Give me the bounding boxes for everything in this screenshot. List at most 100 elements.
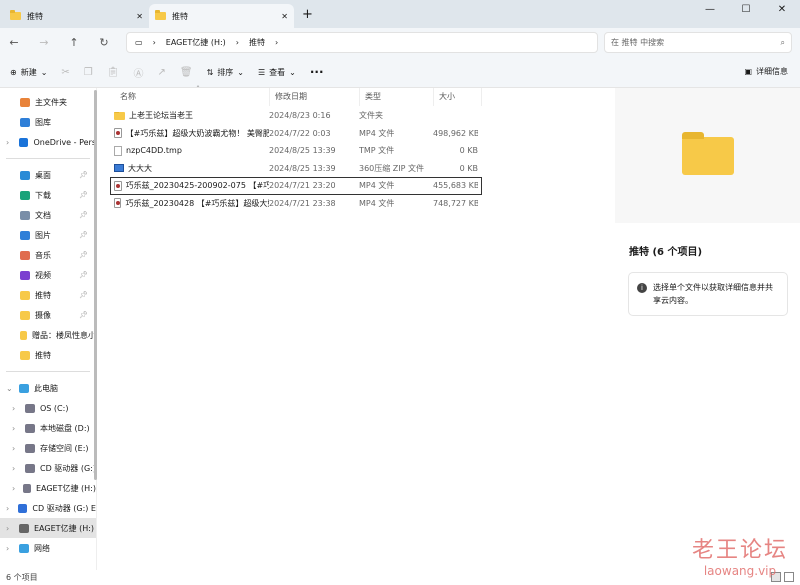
chevron-icon[interactable]: ›	[6, 544, 14, 553]
breadcrumb[interactable]: ▭ › EAGET亿捷 (H:) › 推特 ›	[126, 32, 598, 53]
file-row[interactable]: 巧乐兹_20230428 【#巧乐兹】超级大奶... 2024/7/21 23:3…	[110, 195, 482, 213]
sidebar-scrollbar[interactable]	[94, 90, 97, 480]
info-text: 选择单个文件以获取详细信息并共享云内容。	[653, 283, 773, 305]
sidebar-item[interactable]: › 存储空间 (E:)	[0, 438, 96, 458]
mp4-file-icon	[114, 128, 122, 139]
sidebar-item-label: 图片	[35, 230, 51, 240]
file-row[interactable]: nzpC4DD.tmp 2024/8/25 13:39 TMP 文件 0 KB	[110, 142, 482, 160]
sidebar-item[interactable]: 推特	[0, 345, 96, 365]
sidebar-item[interactable]: › 本地磁盘 (D:)	[0, 418, 96, 438]
column-size[interactable]: 大小	[434, 88, 482, 106]
sidebar-item[interactable]: ⌄ 此电脑	[0, 378, 96, 398]
sidebar-item[interactable]: › 网络	[0, 538, 96, 558]
pin-icon[interactable]: 📌︎	[79, 291, 88, 299]
divider	[6, 158, 90, 159]
sidebar-item[interactable]: 赠品：楼凤性息小	[0, 325, 96, 345]
chevron-icon[interactable]: ›	[12, 424, 20, 433]
maximize-button[interactable]: ☐	[728, 0, 764, 20]
chevron-icon[interactable]: ⌄	[6, 384, 14, 393]
sidebar-item-icon	[20, 190, 30, 200]
file-row[interactable]: 大大大 2024/8/25 13:39 360压缩 ZIP 文件 0 KB	[110, 160, 482, 178]
up-button[interactable]: ↑	[68, 36, 80, 49]
forward-button[interactable]: →	[38, 36, 50, 49]
breadcrumb-item[interactable]: EAGET亿捷 (H:)	[166, 37, 226, 48]
details-button[interactable]: ▣ 详细信息	[744, 66, 788, 77]
view-button[interactable]: ☰ 查看 ⌄	[258, 67, 296, 78]
chevron-icon[interactable]: ›	[12, 404, 20, 413]
pin-icon[interactable]: 📌︎	[79, 311, 88, 319]
paste-icon[interactable]: 📋︎	[107, 67, 120, 78]
back-button[interactable]: ←	[8, 36, 20, 49]
column-date[interactable]: 修改日期	[270, 88, 360, 106]
chevron-icon[interactable]: ›	[12, 444, 20, 453]
refresh-button[interactable]: ↻	[98, 36, 110, 49]
file-row[interactable]: 巧乐兹_20230425-200902-075 【#巧... 2024/7/21 …	[110, 177, 482, 195]
close-tab-icon[interactable]: ✕	[136, 12, 143, 21]
sort-button[interactable]: ⇅ 排序 ⌄	[207, 67, 244, 78]
sidebar-item[interactable]: 推特 📌︎	[0, 285, 96, 305]
sidebar-item-icon	[18, 137, 29, 147]
rename-icon[interactable]: Ⓐ	[133, 65, 143, 80]
tab-1[interactable]: 推特 ✕	[4, 4, 149, 28]
pin-icon[interactable]: 📌︎	[79, 211, 88, 219]
delete-icon[interactable]: 🗑︎	[180, 67, 193, 78]
column-name[interactable]: 名称	[103, 88, 270, 106]
sidebar-item[interactable]: › OS (C:)	[0, 398, 96, 418]
chevron-icon[interactable]: ›	[6, 138, 14, 147]
share-icon[interactable]: ↗	[157, 67, 165, 78]
chevron-icon[interactable]: ›	[6, 524, 14, 533]
pin-icon[interactable]: 📌︎	[79, 171, 88, 179]
folder-icon	[681, 131, 734, 175]
file-name-cell: 大大大	[111, 163, 269, 174]
details-pane: 推特 (6 个项目) i 选择单个文件以获取详细信息并共享云内容。	[615, 88, 800, 570]
breadcrumb-item[interactable]: 推特	[249, 37, 265, 48]
sidebar-item[interactable]: 桌面 📌︎	[0, 165, 96, 185]
file-name: 巧乐兹_20230425-200902-075 【#巧...	[125, 181, 269, 191]
cut-icon[interactable]: ✂	[61, 67, 69, 78]
sidebar-item[interactable]: 图库	[0, 112, 96, 132]
chevron-icon[interactable]: ›	[6, 504, 13, 513]
close-button[interactable]: ✕	[764, 0, 800, 20]
sidebar-item[interactable]: › EAGET亿捷 (H:)	[0, 518, 96, 538]
file-row[interactable]: 上老王论坛当老王 2024/8/23 0:16 文件夹	[110, 107, 482, 125]
minimize-button[interactable]: —	[692, 0, 728, 20]
sidebar-item-icon	[23, 483, 31, 493]
sidebar-item[interactable]: 文档 📌︎	[0, 205, 96, 225]
tab-2[interactable]: 推特 ✕	[149, 4, 294, 28]
file-size: 0 KB	[459, 163, 478, 173]
file-name-cell: 【#巧乐兹】超级大奶波霸尤物！ 美臀肥...	[111, 128, 269, 139]
sidebar-item[interactable]: 图片 📌︎	[0, 225, 96, 245]
close-tab-icon[interactable]: ✕	[281, 12, 288, 21]
new-tab-button[interactable]: +	[302, 7, 313, 22]
sidebar-item[interactable]: › OneDrive - Pers	[0, 132, 96, 152]
sidebar-item[interactable]: 下载 📌︎	[0, 185, 96, 205]
sidebar-item-label: 网络	[34, 543, 50, 553]
sidebar-item[interactable]: 主文件夹	[0, 92, 96, 112]
pin-icon[interactable]: 📌︎	[79, 271, 88, 279]
sidebar-item-icon	[20, 250, 30, 260]
more-button[interactable]: ···	[310, 65, 324, 79]
sidebar-item[interactable]: 视频 📌︎	[0, 265, 96, 285]
file-type: MP4 文件	[359, 181, 395, 191]
search-input[interactable]: 在 推特 中搜索 ⌕	[604, 32, 792, 53]
sidebar-item[interactable]: › EAGET亿捷 (H:)	[0, 478, 96, 498]
navigation-pane: 主文件夹 图库 › OneDrive - Pers 桌面 📌︎ 下载 📌︎ 文档 📌︎ 图片 📌︎ 音乐…	[0, 88, 97, 570]
sidebar-item[interactable]: 摄像 📌︎	[0, 305, 96, 325]
sidebar-item[interactable]: › CD 驱动器 (G:) E	[0, 498, 96, 518]
pin-icon[interactable]: 📌︎	[79, 191, 88, 199]
sort-arrow-icon: ˆ	[196, 85, 200, 94]
sort-icon: ⇅	[206, 67, 214, 77]
watermark: 老王论坛 laowang.vip	[692, 532, 788, 578]
sidebar-item[interactable]: 音乐 📌︎	[0, 245, 96, 265]
sidebar-item[interactable]: › CD 驱动器 (G:)	[0, 458, 96, 478]
copy-icon[interactable]: ❐	[84, 67, 93, 78]
pin-icon[interactable]: 📌︎	[79, 251, 88, 259]
folder-icon	[155, 10, 166, 20]
column-type[interactable]: 类型	[360, 88, 434, 106]
file-row[interactable]: 【#巧乐兹】超级大奶波霸尤物！ 美臀肥... 2024/7/22 0:03 MP4 …	[110, 125, 482, 143]
file-name: 大大大	[128, 163, 152, 173]
new-button[interactable]: ⊕ 新建 ⌄	[10, 67, 47, 78]
chevron-icon[interactable]: ›	[12, 464, 20, 473]
chevron-icon[interactable]: ›	[12, 484, 18, 493]
pin-icon[interactable]: 📌︎	[79, 231, 88, 239]
